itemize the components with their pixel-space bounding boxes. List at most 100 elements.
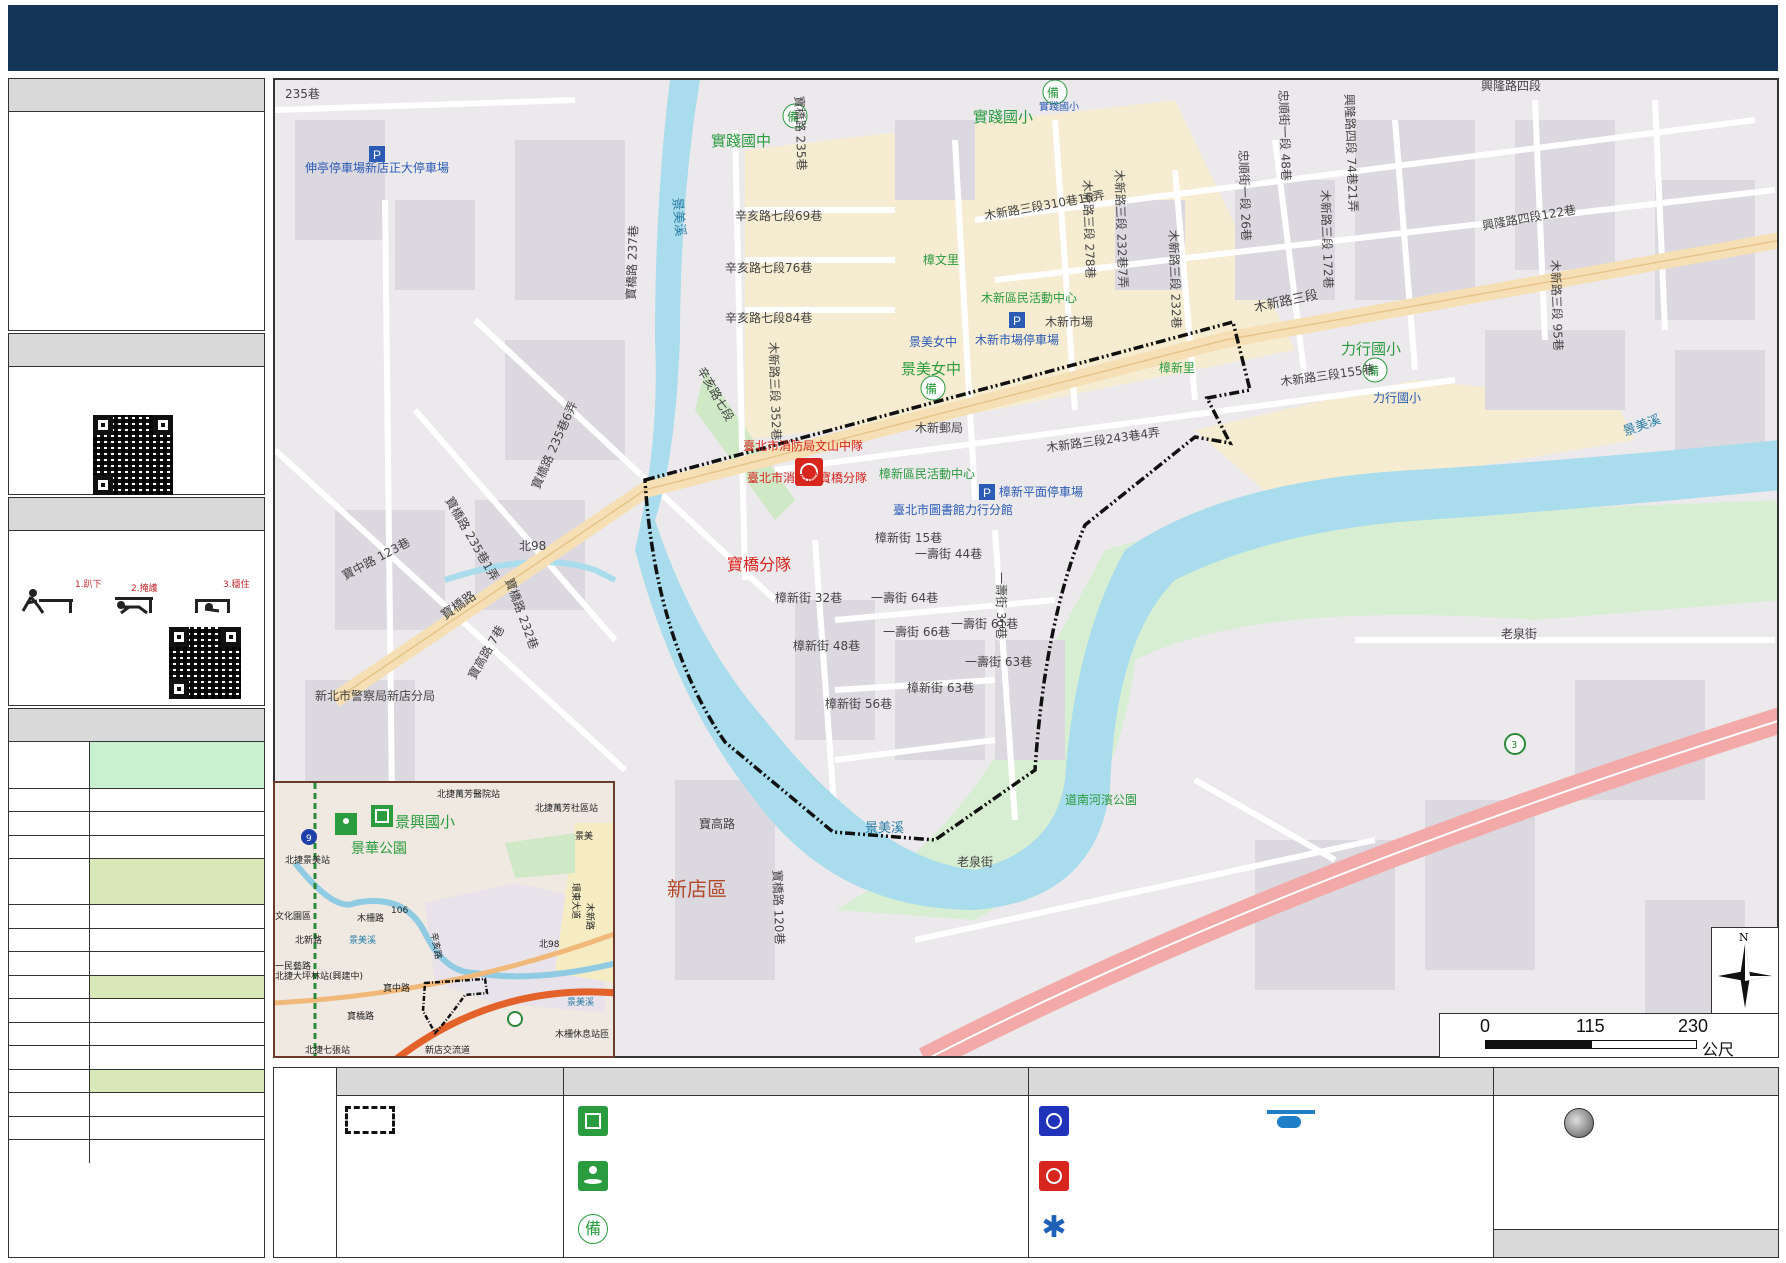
svg-text:P: P	[983, 486, 991, 500]
map-label: 新北市警察局新店分局	[315, 688, 435, 703]
map-label: 北98	[519, 539, 546, 553]
parking-icon[interactable]: P	[369, 146, 385, 162]
highway-shield-icon: 3	[1504, 733, 1526, 755]
inset-label: 北捷大坪林站(興建中)	[275, 970, 363, 982]
standby-mark-icon: 備	[578, 1214, 608, 1244]
helicopter-icon	[1267, 1108, 1315, 1132]
inset-label: 環東大道	[570, 883, 582, 919]
cover-figure-icon	[115, 597, 153, 615]
map-label: 忠順街一段 26巷	[1236, 150, 1254, 242]
qr-panel	[8, 333, 265, 495]
map-label: 木新市場停車場	[975, 332, 1059, 347]
contact-panel-header	[9, 709, 264, 742]
legend-column-header	[337, 1068, 563, 1096]
standby-mark-icon: 備	[920, 375, 946, 401]
map-label: 景美女中	[909, 334, 957, 349]
drop-label: 1.趴下	[75, 579, 102, 590]
inset-label: 景美	[575, 830, 593, 842]
north-arrow: N	[1711, 927, 1779, 1017]
legend-column-shelter: 備	[564, 1068, 1029, 1257]
shelter-house-icon	[578, 1106, 608, 1136]
map-label: 一壽街 44巷	[915, 546, 982, 561]
map-label: 力行國小	[1373, 391, 1421, 405]
legend-column-header	[564, 1068, 1028, 1096]
svg-text:備: 備	[925, 381, 937, 396]
scale-tick-1: 115	[1576, 1016, 1605, 1036]
inset-label: 木柵路	[357, 912, 384, 924]
map-label: 一壽街 64巷	[871, 590, 938, 605]
hold-figure-icon	[195, 599, 230, 613]
qr-panel-body	[9, 367, 264, 495]
map-label: 辛亥路七段76巷	[725, 260, 812, 275]
table-row	[9, 1092, 264, 1117]
highlight-label: 寶橋分隊	[727, 555, 791, 574]
district-label: 新店區	[667, 877, 727, 901]
table-row	[9, 928, 264, 952]
map-label: 興隆路四段	[1481, 80, 1541, 93]
inset-label: 木新路	[584, 903, 596, 930]
inset-label: 北捷景美站	[285, 854, 330, 866]
legend-column-rescue: ✱	[1029, 1068, 1494, 1257]
svg-text:9: 9	[306, 834, 312, 844]
table-row	[9, 998, 264, 1023]
drop-figure-icon	[21, 589, 73, 614]
police-badge-icon	[1039, 1106, 1069, 1136]
map-label: 忠順街一段 48巷	[1276, 90, 1294, 182]
inset-label: 新店交流道	[425, 1044, 470, 1056]
star-of-life-icon: ✱	[1041, 1210, 1067, 1245]
north-label: N	[1739, 931, 1749, 944]
inset-label: 木柵休息站匝	[555, 1028, 609, 1040]
inset-label: 景興國小	[395, 813, 455, 831]
table-row	[9, 835, 264, 859]
map-label: 寶橋路 237巷	[623, 225, 641, 300]
earthquake-panel: 1.趴下 2.掩護 3.穩住	[8, 497, 265, 706]
contact-table	[9, 742, 264, 1163]
inset-label: 北98	[539, 939, 560, 950]
legend: 備 ✱	[273, 1067, 1779, 1258]
title-bar	[8, 5, 1778, 71]
map-label: 樟新平面停車場	[999, 484, 1083, 499]
map-label: 木新路三段 95巷	[1548, 260, 1566, 352]
map-label: 木新郵局	[915, 420, 963, 435]
map-label: 樟新街 32巷	[775, 590, 842, 605]
map-label: 樟新區民活動中心	[879, 466, 975, 481]
info-panel-header	[9, 79, 264, 112]
svg-text:P: P	[1013, 314, 1021, 328]
scale-bar: 0 115 230 公尺	[1439, 1013, 1779, 1059]
qr-code-icon[interactable]	[93, 415, 173, 495]
map-label: 伸亭停車場新店正大停車場	[305, 160, 449, 175]
map-label: 寶高路	[699, 816, 735, 831]
inset-label: 北捷七張站	[305, 1044, 350, 1056]
map-label: 樟新街 63巷	[907, 680, 974, 695]
map-label: 辛亥路七段84巷	[725, 310, 812, 325]
table-row	[9, 1022, 264, 1046]
metro-marker-icon: 9	[301, 829, 317, 845]
map-label: 景美女中	[901, 360, 961, 378]
legend-column-header	[1029, 1068, 1493, 1096]
table-row	[9, 788, 264, 812]
svg-text:備: 備	[1047, 85, 1059, 100]
table-row	[9, 1116, 264, 1140]
inset-label: 景美溪	[567, 996, 594, 1008]
map-label: 235巷	[285, 87, 320, 101]
map-label: 景美溪	[1621, 412, 1663, 439]
parking-icon[interactable]: P	[1009, 312, 1025, 328]
table-row	[9, 1069, 264, 1093]
inset-locator-map[interactable]: 9 北捷萬芳醫院站 北捷萬芳社區站 景興國小 景華公園 北捷景美站 木新路 木柵…	[273, 781, 615, 1058]
map-label: 寶橋路 235巷	[792, 96, 810, 171]
inset-label: 106	[391, 906, 408, 916]
earthquake-qr-code-icon[interactable]	[169, 627, 241, 699]
map-label: 臺北市消防局文山中隊	[743, 438, 863, 453]
map-label: 樟文里	[923, 252, 959, 267]
table-row	[9, 1045, 264, 1070]
map-label: 樟新街 56巷	[825, 696, 892, 711]
highway-shield-icon	[507, 1011, 523, 1027]
parking-icon[interactable]: P	[979, 484, 995, 500]
map-label: 辛亥路七段69巷	[735, 208, 822, 223]
legend-column-aed	[1494, 1068, 1778, 1257]
map-label: 一壽街 63巷	[965, 654, 1032, 669]
inset-label: 一民藝路	[275, 960, 311, 972]
map-label: 一壽街 36巷	[994, 572, 1009, 639]
contact-panel	[8, 708, 265, 1258]
table-row	[9, 858, 264, 905]
